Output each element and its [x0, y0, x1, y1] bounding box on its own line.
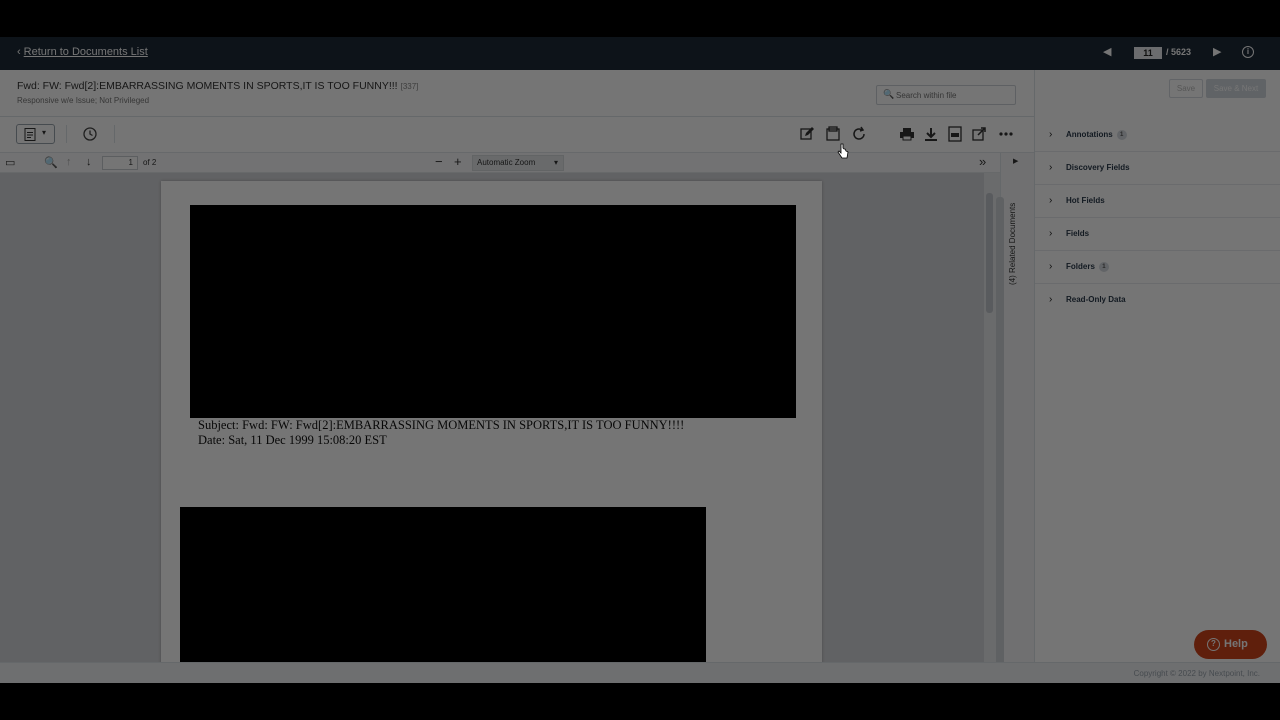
document-header: Fwd: FW: Fwd[2]:EMBARRASSING MOMENTS IN …	[0, 70, 1034, 117]
document-coding-summary: Responsive w/e Issue; Not Privileged	[17, 96, 150, 105]
panel-sections: › Annotations 1 › Discovery Fields › Hot …	[1035, 119, 1280, 317]
copyright-text: Copyright © 2022 by Nextpoint, Inc.	[1133, 669, 1260, 678]
section-hot-fields[interactable]: › Hot Fields	[1035, 185, 1280, 218]
toolbar-divider	[114, 125, 115, 143]
zoom-select[interactable]: Automatic Zoom ▾	[472, 155, 564, 171]
download-icon[interactable]	[923, 126, 939, 142]
search-icon: 🔍	[883, 89, 895, 99]
document-total: / 5623	[1166, 47, 1192, 57]
edit-icon[interactable]	[799, 126, 815, 142]
related-documents-label[interactable]: (4) Related Documents	[1008, 203, 1017, 285]
document-canvas[interactable]: Subject: Fwd: FW: Fwd[2]:EMBARRASSING MO…	[0, 173, 984, 662]
panel-scrollbar[interactable]	[996, 197, 1004, 667]
redact-icon[interactable]	[825, 126, 841, 142]
chevron-left-icon: ‹	[17, 46, 21, 58]
caret-down-icon: ▾	[553, 158, 558, 167]
email-subject: Subject: Fwd: FW: Fwd[2]:EMBARRASSING MO…	[198, 418, 685, 432]
chevron-right-icon: ›	[1049, 129, 1053, 140]
document-number-input[interactable]: 11	[1134, 47, 1162, 59]
refresh-icon[interactable]	[851, 126, 867, 142]
scrollbar-thumb[interactable]	[986, 193, 993, 313]
save-and-next-button[interactable]: Save & Next	[1206, 79, 1266, 98]
coding-panel: Save Save & Next › Annotations 1 › Discov…	[1034, 70, 1280, 662]
section-discovery-fields[interactable]: › Discovery Fields	[1035, 152, 1280, 185]
zoom-out-icon[interactable]: −	[435, 154, 443, 169]
document-page: Subject: Fwd: FW: Fwd[2]:EMBARRASSING MO…	[161, 181, 822, 662]
email-date: Date: Sat, 11 Dec 1999 15:08:20 EST	[198, 433, 387, 447]
pdf-viewer-bar: ▭ 🔍 ↑ ↓ 1 of 2 − + Automatic Zoom ▾ »	[0, 153, 1000, 173]
search-within-file[interactable]: 🔍	[876, 85, 1016, 105]
view-mode-dropdown[interactable]: ▾	[16, 124, 55, 144]
chevron-right-icon: ›	[1049, 294, 1053, 305]
next-page-icon[interactable]: ↓	[86, 156, 92, 168]
count-badge: 1	[1116, 130, 1127, 140]
pdf-icon[interactable]	[947, 126, 963, 142]
document-toolbar: ▾	[0, 117, 1034, 153]
section-annotations[interactable]: › Annotations 1	[1035, 119, 1280, 152]
sidebar-toggle-icon[interactable]: ▭	[5, 156, 15, 169]
tools-menu-icon[interactable]: »	[979, 154, 986, 169]
return-to-documents-link[interactable]: ‹ Return to Documents List	[17, 46, 148, 58]
print-icon[interactable]	[899, 126, 915, 142]
section-read-only-data[interactable]: › Read-Only Data	[1035, 284, 1280, 317]
top-nav: ‹ Return to Documents List ◀ 11 / 5623 ▶ …	[0, 37, 1280, 70]
zoom-in-icon[interactable]: +	[454, 154, 462, 169]
section-folders[interactable]: › Folders 1	[1035, 251, 1280, 284]
count-badge: 1	[1098, 262, 1109, 272]
help-button[interactable]: ? Help	[1194, 630, 1267, 659]
document-title: Fwd: FW: Fwd[2]:EMBARRASSING MOMENTS IN …	[17, 80, 419, 92]
redaction-box	[190, 205, 796, 418]
question-icon: ?	[1207, 638, 1220, 651]
search-input[interactable]	[896, 89, 1011, 102]
previous-page-icon[interactable]: ↑	[66, 156, 72, 168]
related-documents-tab[interactable]	[1000, 153, 1034, 662]
share-icon[interactable]	[971, 126, 987, 142]
toolbar-divider	[66, 125, 67, 143]
history-icon[interactable]	[82, 126, 98, 142]
info-icon[interactable]: i	[1242, 46, 1254, 58]
chevron-right-icon: ›	[1049, 162, 1053, 173]
previous-document-button[interactable]: ◀	[1103, 45, 1111, 58]
more-options-icon[interactable]	[998, 126, 1014, 142]
next-document-button[interactable]: ▶	[1213, 45, 1221, 58]
section-fields[interactable]: › Fields	[1035, 218, 1280, 251]
expand-arrow-icon[interactable]: ▶	[1013, 157, 1018, 165]
page-count: of 2	[143, 158, 157, 167]
document-id: [337]	[400, 82, 419, 91]
document-icon	[24, 128, 36, 141]
save-button[interactable]: Save	[1169, 79, 1203, 98]
caret-down-icon: ▾	[42, 128, 47, 137]
redaction-box	[180, 507, 706, 662]
find-icon[interactable]: 🔍	[44, 156, 58, 169]
page-number-input[interactable]: 1	[102, 156, 138, 170]
app-window: ‹ Return to Documents List ◀ 11 / 5623 ▶ …	[0, 37, 1280, 683]
chevron-right-icon: ›	[1049, 195, 1053, 206]
footer: Copyright © 2022 by Nextpoint, Inc.	[0, 662, 1280, 683]
chevron-right-icon: ›	[1049, 261, 1053, 272]
chevron-right-icon: ›	[1049, 228, 1053, 239]
